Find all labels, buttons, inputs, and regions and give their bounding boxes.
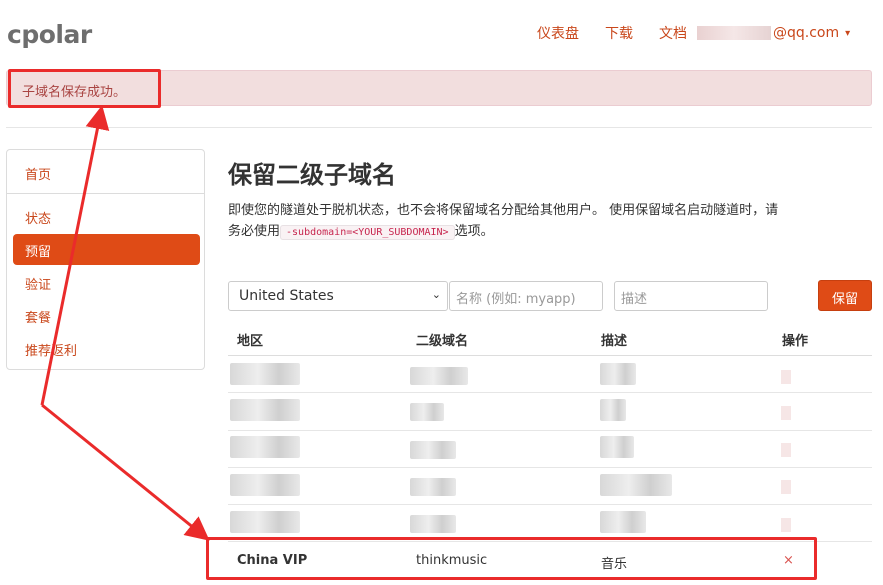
arrow-to-row xyxy=(41,403,210,541)
annotation-arrows xyxy=(40,105,210,541)
arrow-to-alert xyxy=(40,105,110,406)
